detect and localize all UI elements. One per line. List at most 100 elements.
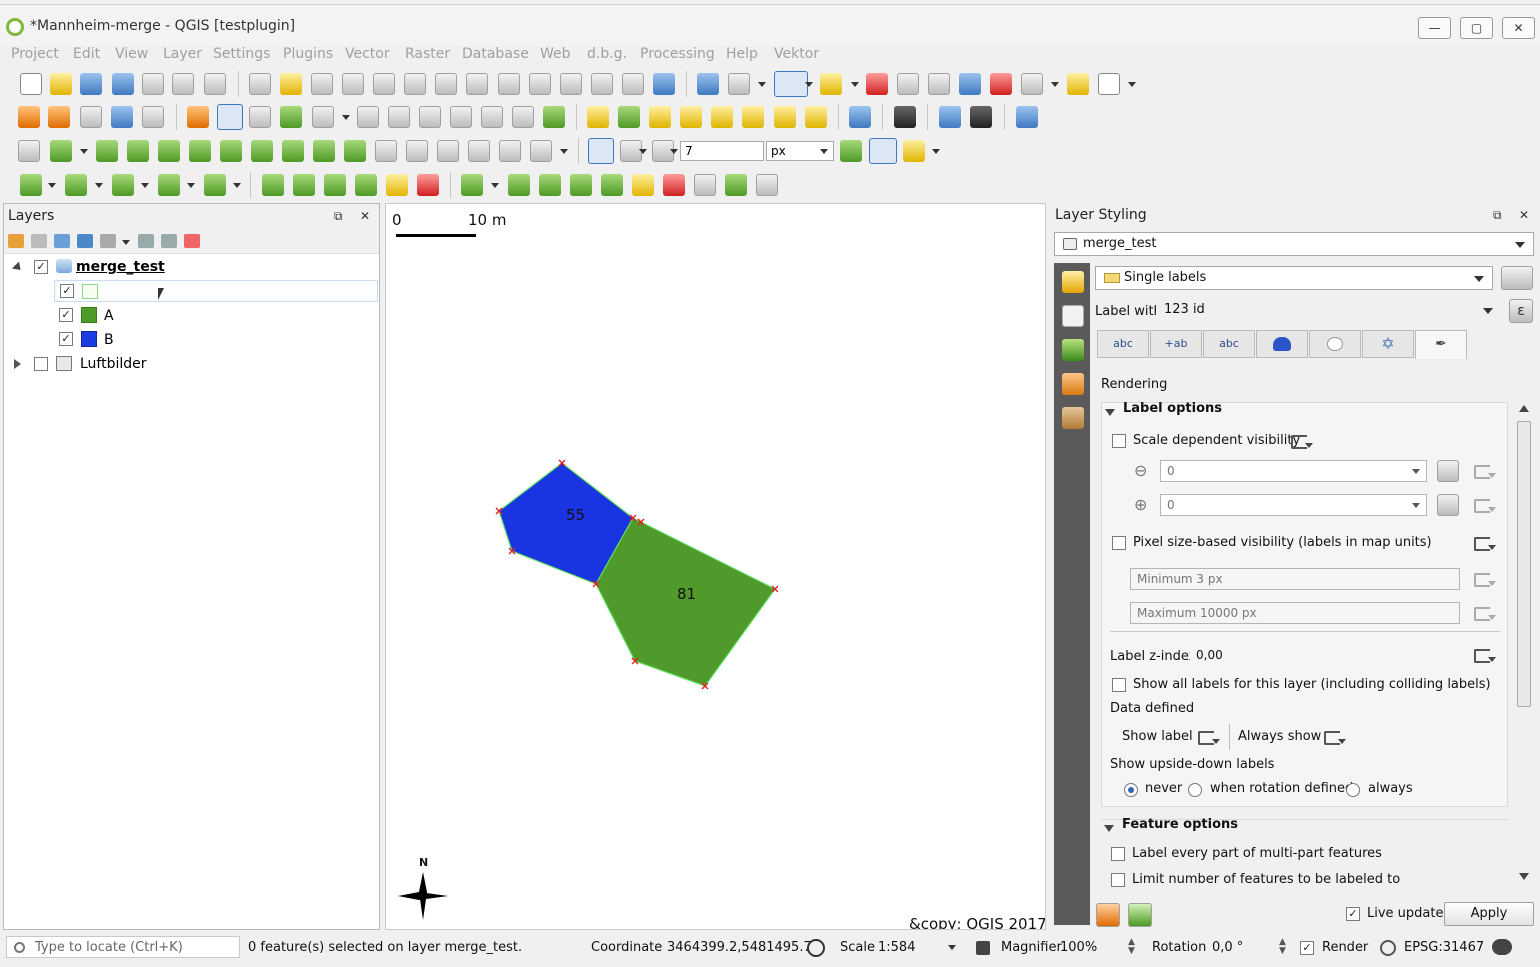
messages-icon[interactable] [1492, 939, 1512, 955]
menu-project[interactable]: Project [11, 46, 59, 62]
data-defined-override-icon[interactable] [1196, 726, 1220, 748]
chevron-down-icon[interactable] [491, 183, 499, 188]
data-defined-override-icon[interactable] [1472, 532, 1496, 554]
help-icon[interactable] [1016, 106, 1038, 128]
georef-note-icon[interactable] [386, 174, 408, 196]
cad-tool-6-icon[interactable] [632, 174, 654, 196]
data-defined-override-icon[interactable] [1472, 568, 1496, 590]
collapse-arrow-icon[interactable] [1105, 409, 1115, 416]
crs-value[interactable]: EPSG:31467 [1404, 940, 1484, 955]
close-panel-icon[interactable]: ✕ [1519, 208, 1529, 222]
expression-epsilon-icon[interactable]: ε [1509, 299, 1533, 323]
pan-icon[interactable] [249, 73, 271, 95]
cad-tool-1-icon[interactable] [461, 174, 483, 196]
renderer-select[interactable]: Single labels [1095, 266, 1493, 290]
python-console-icon[interactable] [939, 106, 961, 128]
live-update-checkbox[interactable]: ✓ [1346, 907, 1360, 921]
deselect-icon[interactable] [866, 73, 888, 95]
feature-options-header[interactable]: Feature options [1122, 817, 1238, 832]
data-source-manager-icon[interactable] [18, 106, 40, 128]
manage-visibility-icon[interactable] [54, 234, 70, 248]
chevron-down-icon[interactable] [820, 149, 828, 154]
scrollbar-thumb[interactable] [1517, 421, 1531, 707]
collapse-all-icon[interactable] [161, 234, 177, 248]
chevron-down-icon[interactable] [141, 183, 149, 188]
layer-tree-row[interactable]: ✓ merge_test [4, 256, 379, 278]
tab-text[interactable]: abc [1097, 330, 1149, 358]
print-composer-icon[interactable] [142, 73, 164, 95]
statistics-icon[interactable] [990, 73, 1012, 95]
menu-plugins[interactable]: Plugins [283, 46, 333, 62]
merge-features-icon[interactable] [344, 140, 366, 162]
run-action-icon[interactable] [728, 73, 750, 95]
tab-rendering[interactable]: ✒ [1415, 330, 1467, 359]
labels-icon[interactable] [1062, 305, 1084, 327]
chevron-down-icon[interactable] [560, 149, 568, 154]
map-canvas[interactable]: 0 10 m 55 81 N &copy; QGIS 2017 [385, 203, 1046, 930]
add-rectangle-icon[interactable] [158, 174, 180, 196]
add-group-icon[interactable] [31, 234, 47, 248]
cad-tool-3-icon[interactable] [539, 174, 561, 196]
paste-features-icon[interactable] [481, 106, 503, 128]
chevron-down-icon[interactable] [233, 183, 241, 188]
add-delimited-icon[interactable] [80, 106, 102, 128]
attribute-table-icon[interactable] [897, 73, 919, 95]
min-scale-field[interactable]: 0 [1160, 460, 1427, 482]
chevron-down-icon[interactable] [48, 183, 56, 188]
digitize-curve-icon[interactable] [18, 140, 40, 162]
toolbox-icon[interactable] [959, 73, 981, 95]
cad-tool-5-icon[interactable] [601, 174, 623, 196]
snap-tolerance-spinbox[interactable]: 7 [680, 141, 764, 161]
layer-visibility-checkbox[interactable] [34, 357, 48, 371]
coordinate-value[interactable]: 3464399.2,5481495.7 [667, 940, 812, 955]
split-features-icon[interactable] [282, 140, 304, 162]
scale-visibility-checkbox[interactable] [1112, 434, 1126, 448]
menu-raster[interactable]: Raster [405, 46, 450, 62]
georef-pt-icon[interactable] [293, 174, 315, 196]
filter-legend-icon[interactable] [77, 234, 93, 248]
toggle-editing-icon[interactable] [217, 104, 243, 130]
split-parts-icon[interactable] [313, 140, 335, 162]
collapse-arrow-icon[interactable] [11, 261, 25, 274]
db-manager-icon[interactable] [849, 106, 871, 128]
add-virtual-layer-icon[interactable] [142, 106, 164, 128]
tab-buffer[interactable]: abc [1203, 330, 1255, 358]
category-checkbox[interactable]: ✓ [60, 284, 74, 298]
menu-dbg[interactable]: d.b.g. [587, 46, 627, 62]
offset-point-icon[interactable] [468, 140, 490, 162]
fill-ring-icon[interactable] [127, 140, 149, 162]
menu-edit[interactable]: Edit [73, 46, 100, 62]
scroll-up-icon[interactable] [1519, 405, 1529, 412]
identify-icon[interactable] [697, 73, 719, 95]
upside-rotation-radio[interactable] [1188, 783, 1202, 797]
rotation-spin-icon[interactable]: ▲ ▼ [1279, 938, 1286, 956]
redo-icon[interactable] [543, 106, 565, 128]
menu-processing[interactable]: Processing [640, 46, 715, 62]
tab-formatting[interactable]: +ab [1150, 330, 1202, 358]
chevron-down-icon[interactable] [122, 240, 130, 245]
menu-database[interactable]: Database [462, 46, 529, 62]
chevron-down-icon[interactable] [80, 149, 88, 154]
trim-extend-icon[interactable] [530, 140, 552, 162]
plugin-reloader-icon[interactable] [894, 106, 916, 128]
chevron-down-icon[interactable] [95, 183, 103, 188]
change-label-icon[interactable] [805, 106, 827, 128]
zoom-in-icon[interactable] [311, 73, 333, 95]
every-part-checkbox[interactable] [1111, 847, 1125, 861]
labeling-icon[interactable] [587, 106, 609, 128]
pin-labels-icon[interactable] [649, 106, 671, 128]
new-bookmark-icon[interactable] [591, 73, 613, 95]
pixel-visibility-checkbox[interactable] [1112, 536, 1126, 550]
open-project-icon[interactable] [50, 73, 72, 95]
max-scale-field[interactable]: 0 [1160, 494, 1427, 516]
magnifier-value[interactable]: 100% [1060, 940, 1097, 955]
float-panel-icon[interactable]: ⧉ [334, 209, 343, 224]
cut-features-icon[interactable] [419, 106, 441, 128]
georef-line-icon[interactable] [324, 174, 346, 196]
composer-manager-icon[interactable] [172, 73, 194, 95]
style-manager-icon[interactable] [204, 73, 226, 95]
field-calculator-icon[interactable] [928, 73, 950, 95]
max-px-field[interactable]: Maximum 10000 px [1130, 602, 1460, 624]
tab-placement[interactable]: ✡ [1362, 330, 1414, 358]
chevron-down-icon[interactable] [342, 115, 350, 120]
